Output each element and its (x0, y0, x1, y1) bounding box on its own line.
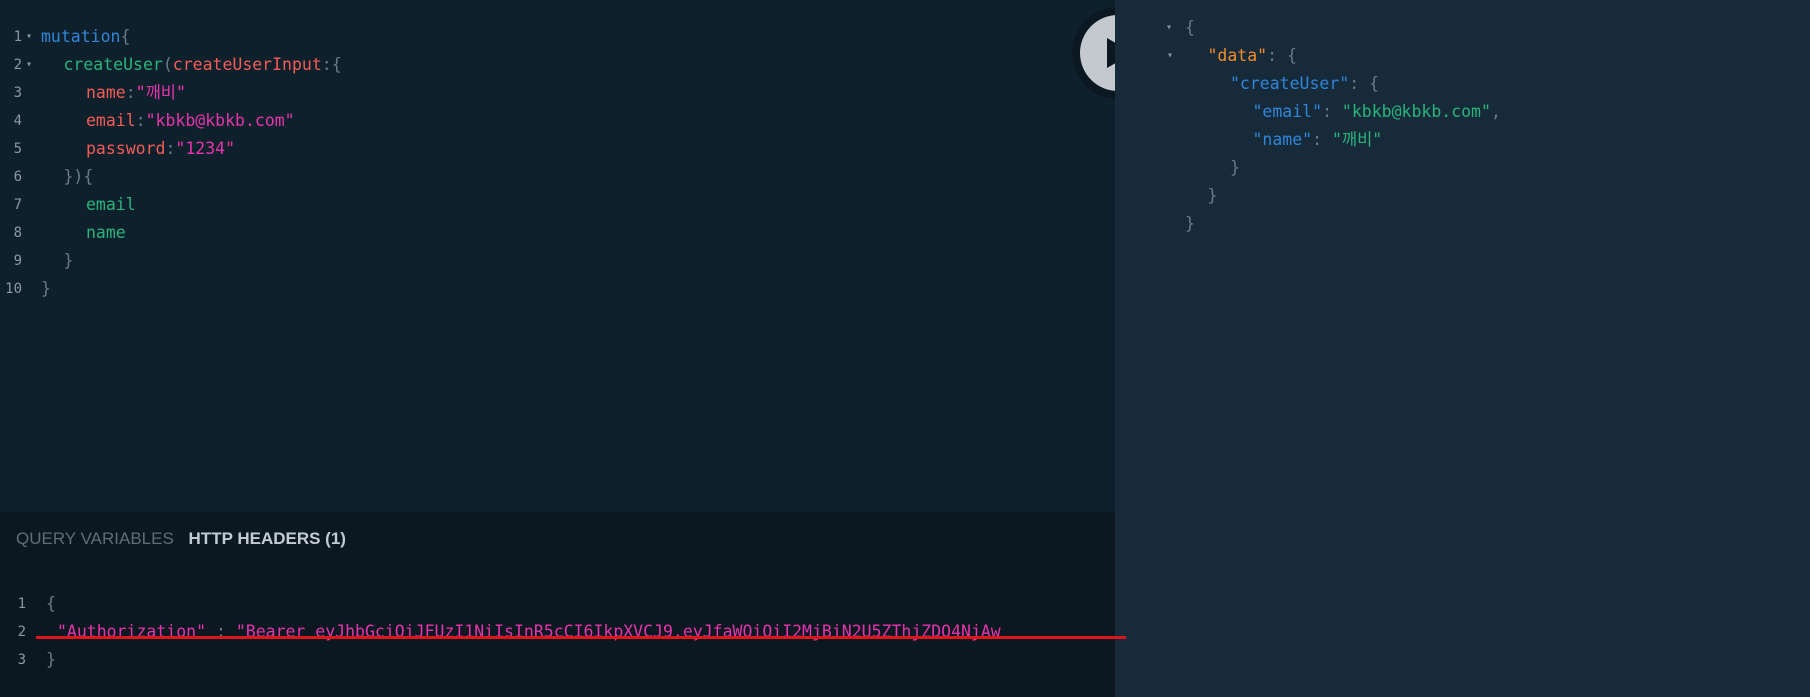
code-token: : { (1267, 46, 1297, 65)
highlight-underline (36, 636, 1126, 639)
result-line: ▾ "data": { (1115, 42, 1810, 70)
code-token: "깨비" (135, 83, 186, 102)
code-token: name (86, 83, 126, 102)
line-number: 3 (13, 85, 22, 101)
code-token: { (120, 27, 131, 46)
result-line: "email": "kbkb@kbkb.com", (1115, 98, 1810, 126)
result-panel: ▾{▾ "data": {"createUser": {"email": "kbk… (1115, 0, 1810, 697)
code-token: "1234" (175, 139, 236, 158)
bottom-tabs: QUERY VARIABLES HTTP HEADERS (1) (16, 529, 356, 553)
code-token: name (86, 223, 126, 242)
line-number: 7 (13, 197, 22, 213)
fold-arrow-icon[interactable]: ▾ (1167, 42, 1173, 70)
code-token: email (86, 111, 136, 130)
line-number: 6 (13, 169, 22, 185)
code-token: "createUser" (1230, 74, 1350, 93)
line-number: 5 (13, 141, 22, 157)
code-token: : (165, 139, 176, 158)
code-token: : (135, 111, 146, 130)
code-token: :{ (321, 55, 342, 74)
code-token: } (1207, 186, 1218, 205)
code-token: : (1312, 130, 1332, 149)
header-line: 3} (0, 646, 1115, 674)
code-token: { (1185, 18, 1195, 37)
fold-arrow-icon[interactable]: ▾ (26, 51, 32, 79)
code-token: password (86, 139, 166, 158)
result-line: "name": "깨비" (1115, 126, 1810, 154)
header-line: 2 "Authorization" : "Bearer eyJhbGciOiJFU… (0, 618, 1115, 646)
line-number: 8 (13, 225, 22, 241)
fold-arrow-icon[interactable]: ▾ (26, 23, 32, 51)
line-number: 9 (13, 253, 22, 269)
result-line: } (1115, 154, 1810, 182)
code-token: } (1185, 214, 1195, 233)
code-token: : (125, 83, 136, 102)
code-token: : (1322, 102, 1342, 121)
code-token: "kbkb@kbkb.com" (145, 111, 295, 130)
code-token: } (63, 251, 74, 270)
line-number: 4 (13, 113, 22, 129)
code-token: { (46, 594, 56, 613)
line-number: 2 (17, 624, 26, 640)
line-number: 1 (13, 29, 22, 45)
line-number: 2 (13, 57, 22, 73)
result-line: } (1115, 210, 1810, 238)
result-line: ▾{ (1115, 14, 1810, 42)
bottom-panel: QUERY VARIABLES HTTP HEADERS (1) 1{2 "Aut… (0, 512, 1126, 697)
line-number: 1 (17, 596, 26, 612)
code-token: } (41, 279, 51, 298)
query-editor[interactable]: 1 ▾ mutation{2 ▾ createUser(createUserInput:… (0, 0, 1115, 512)
code-token: email (86, 195, 136, 214)
code-token: }){ (63, 167, 94, 186)
code-token: } (46, 650, 56, 669)
code-token: "data" (1207, 46, 1268, 65)
tab-http-headers[interactable]: HTTP HEADERS (1) (189, 529, 346, 549)
line-number: 3 (17, 652, 26, 668)
header-line: 1{ (0, 590, 1115, 618)
result-line: "createUser": { (1115, 70, 1810, 98)
code-token: "name" (1252, 130, 1313, 149)
code-token: mutation (41, 27, 121, 46)
code-token: "kbkb@kbkb.com" (1341, 102, 1491, 121)
code-token: : { (1349, 74, 1380, 93)
code-token: } (1230, 158, 1240, 177)
fold-arrow-icon[interactable]: ▾ (1166, 14, 1172, 42)
tab-query-variables[interactable]: QUERY VARIABLES (16, 529, 174, 549)
code-token: createUserInput (172, 55, 322, 74)
code-token: ( (162, 55, 173, 74)
code-token: "email" (1252, 102, 1323, 121)
code-token: , (1490, 102, 1501, 121)
code-token: createUser (63, 55, 163, 74)
line-number: 10 (5, 281, 22, 297)
result-line: } (1115, 182, 1810, 210)
code-token: "깨비" (1331, 130, 1383, 149)
